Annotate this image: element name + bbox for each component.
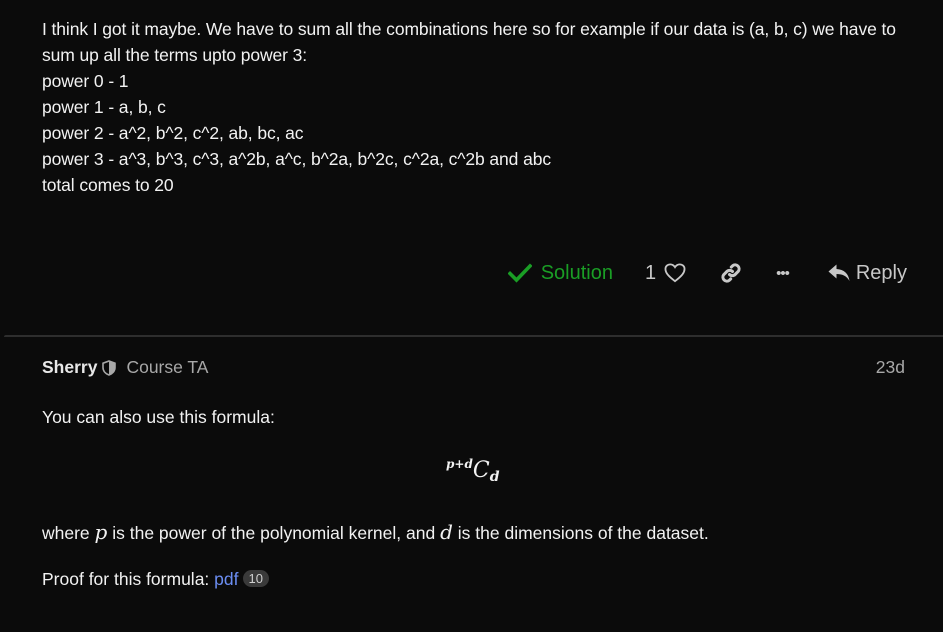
ellipsis-icon: ••• xyxy=(776,264,790,282)
post-line: power 0 - 1 xyxy=(42,71,129,91)
post-line: I think I got it maybe. We have to sum a… xyxy=(42,19,896,65)
explain-text: is the dimensions of the dataset. xyxy=(457,523,709,543)
author-role: Course TA xyxy=(126,357,209,377)
like-button[interactable]: 1 xyxy=(645,262,686,285)
proof-label: Proof for this formula: xyxy=(42,569,210,589)
solution-label: Solution xyxy=(540,261,613,284)
formula-explanation: where p is the power of the polynomial k… xyxy=(42,520,709,544)
reply-arrow-icon xyxy=(828,264,850,281)
formula: p+dCd xyxy=(446,457,499,485)
post-intro: You can also use this formula: xyxy=(42,407,275,427)
formula-base: C xyxy=(472,458,490,483)
copy-link-button[interactable] xyxy=(719,261,743,285)
post-line: total comes to 20 xyxy=(42,175,174,195)
post-previous: I think I got it maybe. We have to sum a… xyxy=(0,0,943,336)
post-sherry: Sherry Course TA 23d You can also use th… xyxy=(0,337,943,632)
reply-label: Reply xyxy=(855,261,907,284)
author-name[interactable]: Sherry xyxy=(42,357,97,378)
formula-subscript: d xyxy=(489,469,500,485)
post-actions: Solution 1 ••• Reply xyxy=(507,257,907,289)
pdf-link[interactable]: pdf xyxy=(214,569,238,589)
link-icon xyxy=(721,263,741,283)
post-line: power 2 - a^2, b^2, c^2, ab, bc, ac xyxy=(42,123,304,143)
explain-text: where xyxy=(42,523,90,543)
post-line: power 1 - a, b, c xyxy=(42,97,166,117)
like-count: 1 xyxy=(644,261,657,284)
reply-button[interactable]: Reply xyxy=(827,262,907,285)
shield-icon xyxy=(102,359,117,376)
explain-text: is the power of the polynomial kernel, a… xyxy=(112,523,436,543)
more-options-button[interactable]: ••• xyxy=(776,264,790,282)
post-body: I think I got it maybe. We have to sum a… xyxy=(42,16,922,198)
solution-button[interactable]: Solution xyxy=(507,261,613,285)
post-line: power 3 - a^3, b^3, c^3, a^2b, a^c, b^2a… xyxy=(42,149,551,169)
post-date[interactable]: 23d xyxy=(876,357,905,378)
variable-d: d xyxy=(440,520,453,544)
proof-line: Proof for this formula: pdf 10 xyxy=(42,569,269,590)
formula-superscript: p+d xyxy=(446,457,473,471)
checkmark-icon xyxy=(507,263,532,283)
post-meta: Sherry Course TA xyxy=(42,357,208,378)
variable-p: p xyxy=(94,520,108,544)
click-count-badge: 10 xyxy=(242,570,269,587)
heart-icon xyxy=(664,263,686,283)
